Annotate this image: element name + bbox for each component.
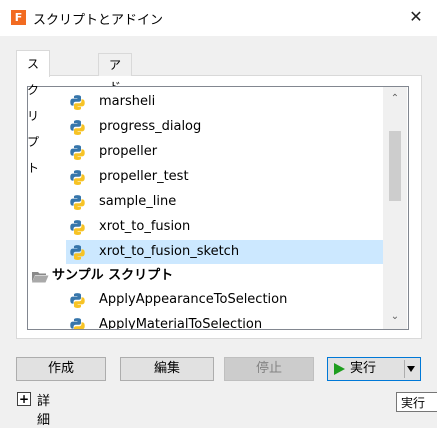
fusion-app-icon: F (11, 10, 26, 25)
folder-item[interactable]: サンプル スクリプト (28, 264, 381, 288)
list-item[interactable]: ApplyMaterialToSelection (28, 313, 381, 330)
list-item-label: xrot_to_fusion_sketch (99, 244, 240, 259)
tab-addins[interactable]: アドイン (98, 53, 133, 138)
list-item-label: xrot_to_fusion (99, 219, 191, 234)
scroll-down-icon[interactable]: ⌄ (383, 305, 407, 329)
python-icon (70, 145, 85, 160)
run-tooltip: 実行 (396, 392, 437, 412)
title-bar: F スクリプトとアドイン ✕ (0, 0, 437, 36)
close-icon[interactable]: ✕ (405, 6, 427, 28)
list-item-label: marsheli (99, 94, 156, 109)
folder-item-label: サンプル スクリプト (52, 268, 174, 283)
script-list[interactable]: marsheli progress_dialog propeller prope… (27, 86, 409, 330)
dropdown-arrow-icon[interactable] (407, 366, 415, 372)
python-icon (70, 318, 85, 329)
list-item[interactable]: propeller (28, 140, 381, 164)
python-icon (70, 95, 85, 110)
python-icon (70, 170, 85, 185)
list-item-label: ApplyMaterialToSelection (99, 317, 263, 330)
expand-plus-icon[interactable]: + (17, 392, 31, 406)
run-button-divider (404, 360, 405, 378)
tab-scripts[interactable]: スクリプト (16, 50, 51, 175)
vertical-scrollbar[interactable]: ⌃ ⌄ (383, 87, 407, 329)
python-icon (70, 293, 85, 308)
tab-scripts-label: スクリプト (27, 57, 40, 175)
list-item[interactable]: ApplyAppearanceToSelection (28, 288, 381, 312)
list-item-label: propeller (99, 144, 158, 159)
list-item[interactable]: propeller_test (28, 165, 381, 189)
edit-button[interactable]: 編集 (120, 357, 214, 381)
folder-open-icon (32, 272, 49, 283)
list-item-label: sample_line (99, 194, 177, 209)
play-icon (334, 363, 345, 375)
list-item-label: ApplyAppearanceToSelection (99, 292, 288, 307)
run-button[interactable]: 実行 (327, 357, 421, 381)
python-icon (70, 120, 85, 135)
list-item-label: propeller_test (99, 169, 189, 184)
window-title: スクリプトとアドイン (33, 13, 164, 28)
python-icon (70, 220, 85, 235)
list-item[interactable]: xrot_to_fusion (28, 215, 381, 239)
list-item[interactable]: marsheli (28, 90, 381, 114)
list-item-selected[interactable]: xrot_to_fusion_sketch (66, 240, 383, 264)
details-label: 詳細 (37, 394, 51, 428)
scroll-up-icon[interactable]: ⌃ (383, 87, 407, 111)
stop-button[interactable]: 停止 (224, 357, 314, 381)
list-item-label: progress_dialog (99, 119, 202, 134)
list-item[interactable]: progress_dialog (28, 115, 381, 139)
create-button[interactable]: 作成 (16, 357, 106, 381)
python-icon (70, 245, 85, 260)
list-item[interactable]: sample_line (28, 190, 381, 214)
python-icon (70, 195, 85, 210)
scrollbar-thumb[interactable] (389, 131, 401, 201)
run-button-label: 実行 (350, 361, 377, 376)
